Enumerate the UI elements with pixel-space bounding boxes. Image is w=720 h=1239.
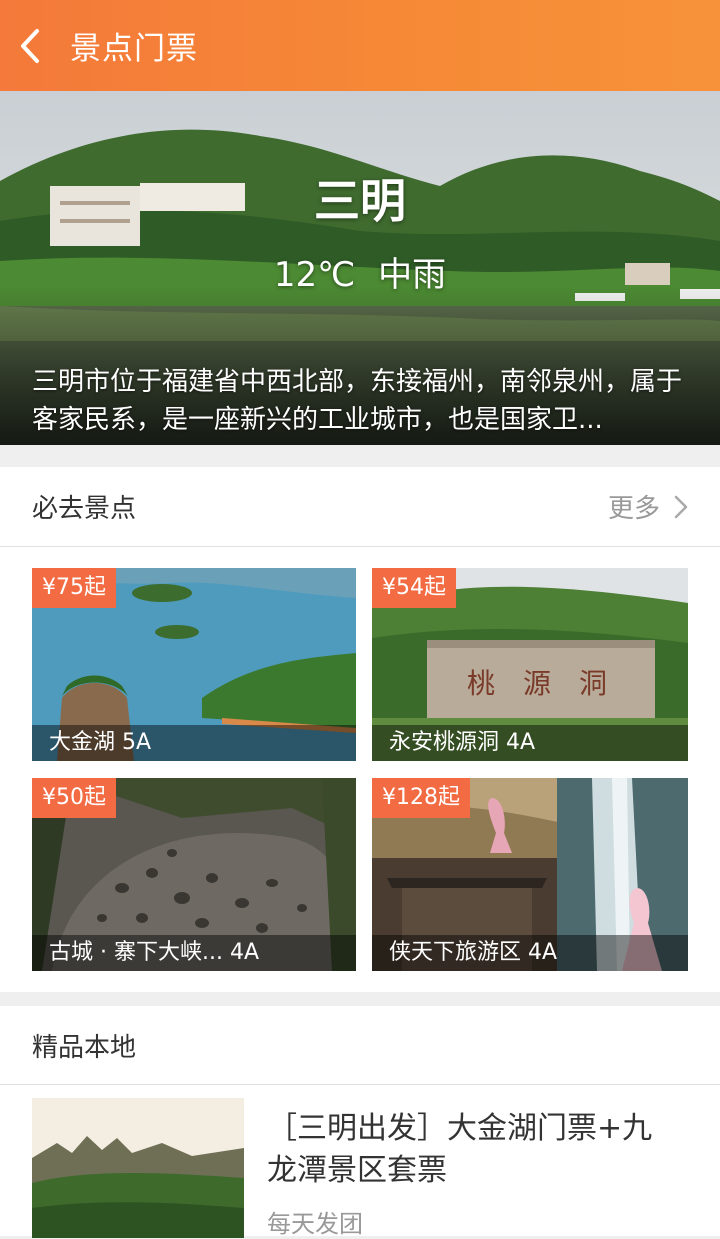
attraction-card[interactable]: ¥128起 侠天下旅游区 4A [372, 778, 688, 971]
attraction-name: 大金湖 5A [32, 725, 356, 761]
svg-text:桃 源 洞: 桃 源 洞 [467, 667, 607, 700]
weather-info: 12℃ 中雨 [0, 247, 720, 296]
page-title: 景点门票 [70, 31, 198, 67]
temperature: 12℃ [273, 255, 356, 295]
city-name: 三明 [314, 174, 406, 228]
more-label: 更多 [607, 494, 660, 524]
city-description: 三明市位于福建省中西北部，东接福州，南邻泉州，属于客家民系，是一座新兴的工业城市… [32, 367, 683, 435]
local-section: 精品本地 ［三明出发］大金湖门票+九龙潭景区套票 每天发团 [0, 1006, 720, 1238]
local-header: 精品本地 [0, 1006, 720, 1085]
mountain-scenery-image [32, 1098, 244, 1238]
must-visit-header: 必去景点 更多 [0, 467, 720, 547]
price-tag: ¥50起 [32, 778, 116, 818]
price-tag: ¥75起 [32, 568, 116, 608]
local-product-title: ［三明出发］大金湖门票+九龙潭景区套票 [267, 1111, 653, 1188]
chevron-right-icon [674, 495, 688, 518]
attraction-card[interactable]: 桃 源 洞 ¥54起 永安桃源洞 4A [372, 568, 688, 761]
local-product-item[interactable]: ［三明出发］大金湖门票+九龙潭景区套票 每天发团 [32, 1098, 692, 1238]
local-product-schedule: 每天发团 [267, 1210, 363, 1238]
weather-condition: 中雨 [378, 255, 447, 295]
attraction-name: 侠天下旅游区 4A [372, 935, 688, 971]
price-tag: ¥128起 [372, 778, 470, 818]
attraction-name: 永安桃源洞 4A [372, 725, 688, 761]
must-visit-section: 必去景点 更多 ¥75起 大金湖 5A 桃 源 洞 ¥54起 永安桃源洞 4A … [0, 467, 720, 992]
top-bar: 景点门票 [0, 0, 720, 91]
city-hero-banner: 三明 12℃ 中雨 三明市位于福建省中西北部，东接福州，南邻泉州，属于客家民系，… [0, 91, 720, 445]
attraction-name: 古城 · 寨下大峡... 4A [32, 935, 356, 971]
section-title: 精品本地 [32, 1032, 137, 1063]
more-button[interactable]: 更多 [608, 488, 688, 525]
section-title: 必去景点 [32, 494, 137, 524]
local-product-image [32, 1098, 244, 1238]
attraction-card[interactable]: ¥50起 古城 · 寨下大峡... 4A [32, 778, 356, 971]
chevron-left-icon [21, 28, 39, 63]
price-tag: ¥54起 [372, 568, 456, 608]
attraction-card[interactable]: ¥75起 大金湖 5A [32, 568, 356, 761]
back-button[interactable] [0, 0, 60, 91]
